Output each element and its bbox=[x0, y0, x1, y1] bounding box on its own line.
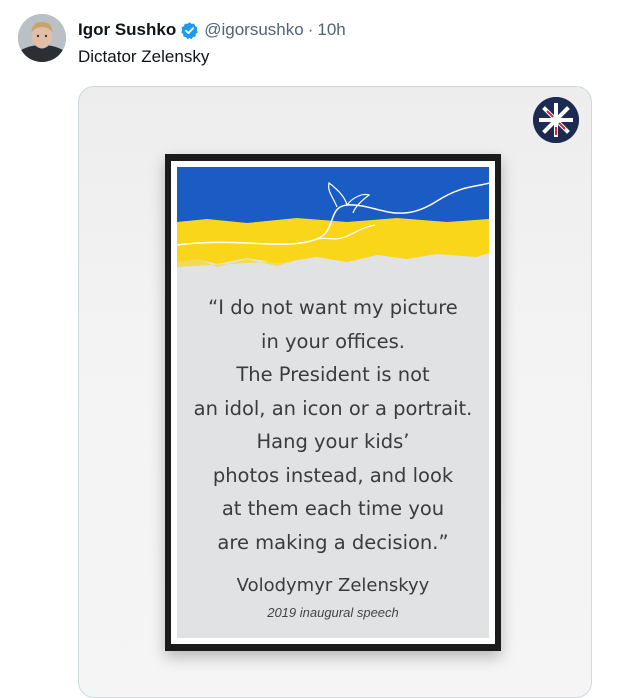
poster: “I do not want my picture in your office… bbox=[177, 167, 489, 638]
timestamp[interactable]: 10h bbox=[317, 20, 345, 40]
ukraine-flag-brushstroke bbox=[177, 167, 489, 267]
quote-line: “I do not want my picture bbox=[208, 296, 458, 319]
quote-line: at them each time you bbox=[221, 497, 445, 520]
union-jack-logo-icon bbox=[533, 97, 579, 143]
poster-frame: “I do not want my picture in your office… bbox=[165, 154, 501, 651]
quote-author: Volodymyr Zelenskyy bbox=[236, 575, 430, 596]
tweet-media-image[interactable]: “I do not want my picture in your office… bbox=[78, 86, 592, 698]
display-name[interactable]: Igor Sushko bbox=[78, 20, 176, 40]
verified-badge-icon[interactable] bbox=[180, 21, 199, 40]
quote-caption: 2019 inaugural speech bbox=[267, 605, 399, 620]
tweet-header: Igor Sushko @igorsushko · 10h bbox=[78, 19, 346, 41]
quote-line: The President is not bbox=[236, 363, 430, 386]
quote-line: are making a decision.” bbox=[217, 530, 449, 554]
quote-line: in your offices. bbox=[261, 329, 405, 353]
separator-dot: · bbox=[307, 20, 314, 39]
quote-text: “I do not want my picture in your office… bbox=[177, 291, 489, 559]
quote-line: Hang your kids’ bbox=[256, 430, 410, 453]
user-handle[interactable]: @igorsushko bbox=[204, 20, 303, 40]
quote-line: an idol, an icon or a portrait. bbox=[193, 396, 473, 420]
tweet-text: Dictator Zelensky bbox=[78, 47, 210, 66]
avatar[interactable] bbox=[18, 14, 66, 62]
quote-line: photos instead, and look bbox=[212, 463, 454, 487]
